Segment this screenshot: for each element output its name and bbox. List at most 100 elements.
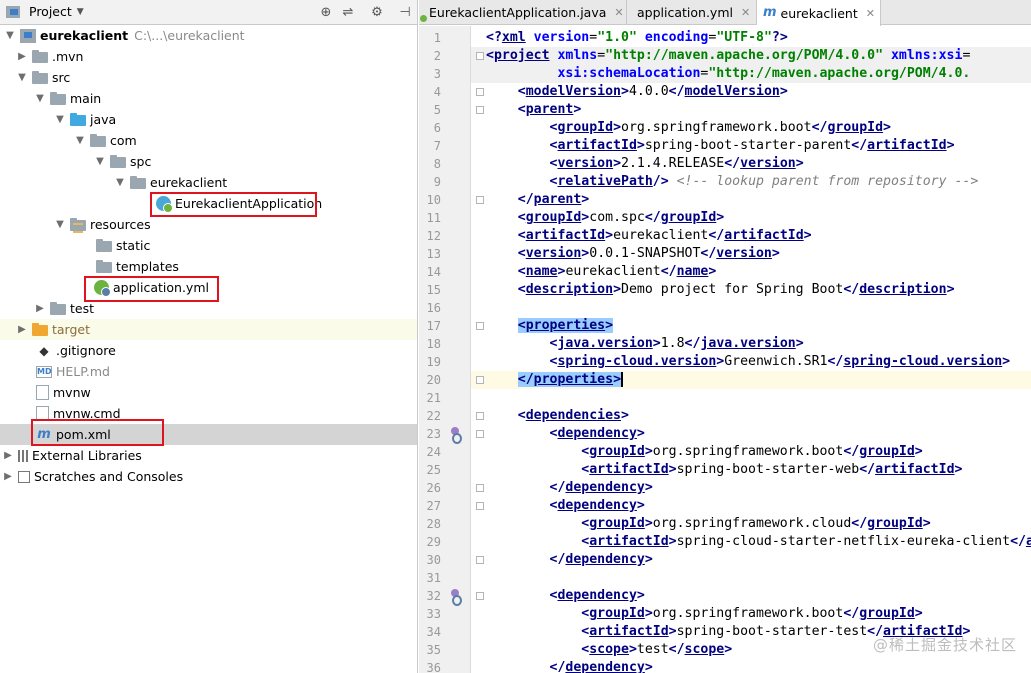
code-line[interactable]: <dependency> [486, 497, 645, 515]
tree-item-eurekaclient-root[interactable]: ▼ eurekaclient C:\...\eurekaclient [0, 25, 417, 46]
tree-item-label: src [52, 70, 71, 85]
fold-marker-icon[interactable] [476, 88, 484, 96]
close-icon[interactable]: ✕ [866, 7, 875, 20]
code-line[interactable]: <groupId>org.springframework.boot</group… [486, 443, 922, 461]
tree-item-main[interactable]: ▼ main [0, 88, 417, 109]
maven-dependency-icon[interactable] [449, 589, 462, 606]
code-line[interactable]: <artifactId>spring-cloud-starter-netflix… [486, 533, 1031, 551]
fold-marker-icon[interactable] [476, 484, 484, 492]
tree-item-mvn[interactable]: ▶ .mvn [0, 46, 417, 67]
folder-icon [96, 259, 112, 273]
close-icon[interactable]: ✕ [614, 6, 623, 19]
tab-eurekaclient-application-java[interactable]: EurekaclientApplication.java ✕ [419, 0, 627, 25]
tree-item-static[interactable]: static [0, 235, 417, 256]
code-line[interactable]: <name>eurekaclient</name> [486, 263, 717, 281]
code-line[interactable]: <dependencies> [486, 407, 629, 425]
fold-marker-icon[interactable] [476, 412, 484, 420]
tab-eurekaclient-pom[interactable]: m eurekaclient ✕ [757, 0, 881, 26]
fold-marker-icon[interactable] [476, 430, 484, 438]
locate-icon[interactable]: ⊕ [318, 4, 334, 20]
chevron-right-icon[interactable]: ▶ [16, 51, 28, 63]
code-line[interactable]: <groupId>org.springframework.boot</group… [486, 605, 922, 623]
tree-item-src[interactable]: ▼ src [0, 67, 417, 88]
project-icon [6, 5, 20, 18]
tree-item-label: .mvn [52, 49, 84, 64]
fold-marker-icon[interactable] [476, 592, 484, 600]
tree-item-gitignore[interactable]: ◆ .gitignore [0, 340, 417, 361]
tree-item-external-libraries[interactable]: ▶ External Libraries [0, 445, 417, 466]
code-line[interactable]: <version>2.1.4.RELEASE</version> [486, 155, 804, 173]
code-line[interactable]: <groupId>org.springframework.cloud</grou… [486, 515, 930, 533]
chevron-right-icon[interactable]: ▶ [16, 324, 28, 336]
code-line[interactable]: </parent> [486, 191, 589, 209]
tree-item-mvnw[interactable]: mvnw [0, 382, 417, 403]
fold-marker-icon[interactable] [476, 52, 484, 60]
code-line[interactable]: <groupId>org.springframework.boot</group… [486, 119, 891, 137]
code-line[interactable]: <spring-cloud.version>Greenwich.SR1</spr… [486, 353, 1011, 371]
chevron-down-icon[interactable]: ▼ [74, 135, 86, 147]
tree-item-com[interactable]: ▼ com [0, 130, 417, 151]
collapse-all-icon[interactable]: ⇌ [340, 4, 356, 20]
code-line[interactable]: <?xml version="1.0" encoding="UTF-8"?> [486, 29, 788, 47]
code-line[interactable]: </dependency> [486, 659, 653, 673]
fold-marker-icon[interactable] [476, 322, 484, 330]
code-area[interactable]: <?xml version="1.0" encoding="UTF-8"?> <p… [471, 26, 1031, 673]
chevron-down-icon[interactable]: ▼ [114, 177, 126, 189]
code-line[interactable]: </properties> [486, 371, 624, 389]
highlight-box-pom-xml [31, 419, 164, 446]
code-line[interactable]: <dependency> [486, 425, 645, 443]
chevron-down-icon[interactable]: ▼ [94, 156, 106, 168]
tree-item-templates[interactable]: templates [0, 256, 417, 277]
fold-marker-icon[interactable] [476, 502, 484, 510]
tree-item-java[interactable]: ▼ java [0, 109, 417, 130]
tree-item-scratches[interactable]: ▶ Scratches and Consoles [0, 466, 417, 487]
code-line[interactable]: <dependency> [486, 587, 645, 605]
chevron-down-icon[interactable]: ▼ [34, 93, 46, 105]
chevron-down-icon[interactable]: ▼ [16, 72, 28, 84]
code-line[interactable]: <artifactId>spring-boot-starter-web</art… [486, 461, 962, 479]
code-line[interactable]: </dependency> [486, 551, 653, 569]
code-line[interactable]: </dependency> [486, 479, 653, 497]
package-icon [130, 175, 146, 189]
chevron-right-icon[interactable]: ▶ [34, 303, 46, 315]
fold-marker-icon[interactable] [476, 106, 484, 114]
maven-dependency-icon[interactable] [449, 427, 462, 444]
chevron-right-icon[interactable]: ▶ [2, 450, 14, 462]
close-icon[interactable]: ✕ [741, 6, 750, 19]
tree-item-eurekaclient-package[interactable]: ▼ eurekaclient [0, 172, 417, 193]
gear-icon[interactable]: ⚙ [369, 4, 385, 20]
fold-marker-icon[interactable] [476, 556, 484, 564]
project-view-selector[interactable]: Project ▼ [6, 4, 84, 19]
code-line[interactable]: <modelVersion>4.0.0</modelVersion> [486, 83, 788, 101]
watermark: @稀土掘金技术社区 [872, 636, 1017, 654]
folder-icon [50, 301, 66, 315]
fold-marker-icon[interactable] [476, 196, 484, 204]
code-line[interactable]: <properties> [486, 317, 614, 335]
code-line[interactable]: <artifactId>eurekaclient</artifactId> [486, 227, 812, 245]
code-line[interactable]: <artifactId>spring-boot-starter-parent</… [486, 137, 955, 155]
tab-application-yml[interactable]: application.yml ✕ [627, 0, 757, 25]
fold-marker-icon[interactable] [476, 376, 484, 384]
code-line[interactable]: <parent> [486, 101, 582, 119]
editor: EurekaclientApplication.java ✕ applicati… [419, 0, 1031, 673]
hide-panel-icon[interactable]: ⊣ [397, 4, 413, 20]
chevron-down-icon[interactable]: ▼ [4, 30, 16, 42]
line-number: 12 [426, 229, 441, 243]
code-line[interactable]: <project xmlns="http://maven.apache.org/… [486, 47, 970, 65]
code-line[interactable]: <groupId>com.spc</groupId> [486, 209, 724, 227]
code-line[interactable]: <relativePath/> <!-- lookup parent from … [486, 173, 979, 191]
code-line[interactable]: <java.version>1.8</java.version> [486, 335, 804, 353]
tree-item-spc[interactable]: ▼ spc [0, 151, 417, 172]
chevron-right-icon[interactable]: ▶ [2, 471, 14, 483]
chevron-down-icon[interactable]: ▼ [54, 114, 66, 126]
code-line[interactable]: xsi:schemaLocation="http://maven.apache.… [486, 65, 970, 83]
code-line[interactable]: <version>0.0.1-SNAPSHOT</version> [486, 245, 780, 263]
code-line[interactable]: <description>Demo project for Spring Boo… [486, 281, 955, 299]
excluded-folder-icon [32, 322, 48, 336]
tree-item-help-md[interactable]: MD HELP.md [0, 361, 417, 382]
tree-item-resources[interactable]: ▼ resources [0, 214, 417, 235]
code-line[interactable]: <scope>test</scope> [486, 641, 732, 659]
tree-item-target[interactable]: ▶ target [0, 319, 417, 340]
line-number-gutter[interactable]: 1 2 3 4 5 6 7 8 9 10 11 12 13 14 15 16 17 18 19 20 21 22 23 24 2… [419, 26, 471, 673]
chevron-down-icon[interactable]: ▼ [54, 219, 66, 231]
